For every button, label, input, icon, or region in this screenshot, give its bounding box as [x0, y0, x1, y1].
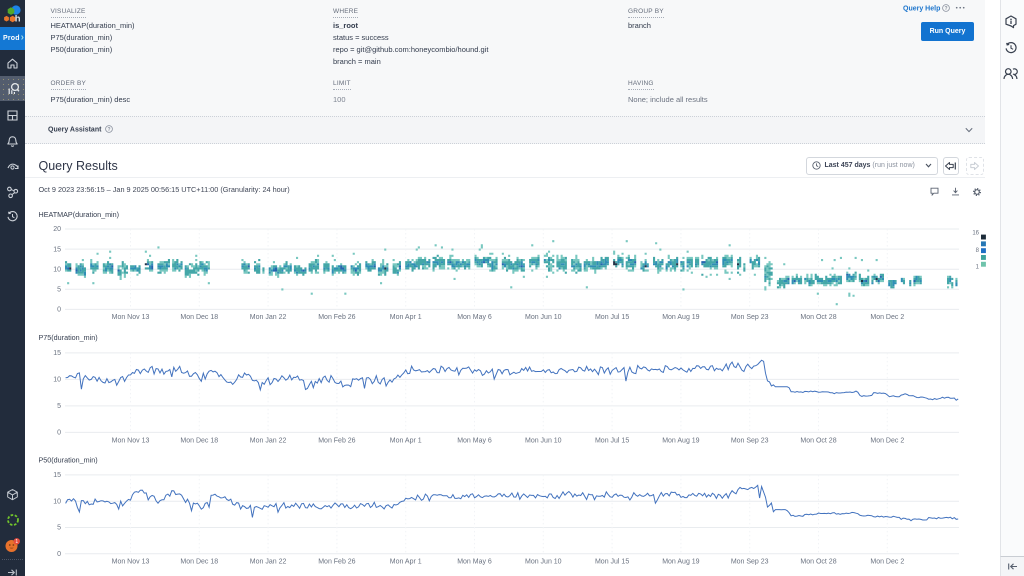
svg-text:Mon Dec 2: Mon Dec 2: [870, 438, 904, 445]
svg-text:Mon Jan 22: Mon Jan 22: [250, 314, 287, 321]
svg-text:Mon Aug 19: Mon Aug 19: [662, 314, 699, 321]
svg-text:Mon Nov 13: Mon Nov 13: [112, 314, 150, 321]
svg-text:0: 0: [57, 551, 61, 558]
svg-text:Mon Feb 26: Mon Feb 26: [318, 314, 355, 321]
svg-text:?: ?: [108, 127, 111, 133]
svg-text:Mon Apr 1: Mon Apr 1: [390, 438, 422, 445]
svg-text:10: 10: [53, 377, 61, 384]
svg-text:Mon Sep 23: Mon Sep 23: [731, 438, 769, 445]
svg-text:Mon Apr 1: Mon Apr 1: [390, 314, 422, 321]
svg-text:Mon May 6: Mon May 6: [457, 314, 492, 321]
svg-text:5: 5: [57, 403, 61, 410]
svg-text:HEATMAP(duration_min): HEATMAP(duration_min): [39, 210, 120, 219]
svg-text:1: 1: [976, 265, 980, 271]
svg-text:Mon Feb 26: Mon Feb 26: [318, 559, 355, 566]
svg-text:15: 15: [53, 350, 61, 357]
svg-text:5: 5: [57, 525, 61, 532]
svg-text:Mon Dec 2: Mon Dec 2: [870, 559, 904, 566]
svg-text:P50(duration_min): P50(duration_min): [39, 456, 98, 465]
svg-text:Mon Jul 15: Mon Jul 15: [595, 314, 629, 321]
svg-text:h: h: [15, 13, 21, 24]
svg-text:8: 8: [976, 248, 980, 254]
svg-text:10: 10: [53, 266, 61, 273]
svg-text:Mon Dec 18: Mon Dec 18: [180, 314, 218, 321]
svg-text:Mon Sep 23: Mon Sep 23: [731, 559, 769, 566]
svg-text:Mon Feb 26: Mon Feb 26: [318, 438, 355, 445]
svg-text:Mon May 6: Mon May 6: [457, 559, 492, 566]
svg-text:?: ?: [945, 5, 948, 11]
svg-text:Mon Oct 28: Mon Oct 28: [800, 314, 836, 321]
svg-text:Mon Sep 23: Mon Sep 23: [731, 314, 769, 321]
svg-text:Mon Dec 2: Mon Dec 2: [870, 314, 904, 321]
svg-text:Mon Jul 15: Mon Jul 15: [595, 559, 629, 566]
svg-text:Mon Nov 13: Mon Nov 13: [112, 559, 150, 566]
svg-text:5: 5: [57, 287, 61, 294]
svg-text:Mon Dec 18: Mon Dec 18: [180, 438, 218, 445]
svg-text:Mon May 6: Mon May 6: [457, 438, 492, 445]
svg-text:Mon Apr 1: Mon Apr 1: [390, 559, 422, 566]
svg-text:15: 15: [53, 246, 61, 253]
svg-text:Mon Oct 28: Mon Oct 28: [800, 438, 836, 445]
svg-text:10: 10: [53, 498, 61, 505]
svg-text:P75(duration_min): P75(duration_min): [39, 333, 98, 342]
svg-text:Mon Jun 10: Mon Jun 10: [525, 559, 562, 566]
svg-text:1: 1: [15, 539, 18, 545]
svg-text:Mon Jan 22: Mon Jan 22: [250, 559, 287, 566]
svg-text:16: 16: [972, 231, 979, 237]
svg-text:Mon Aug 19: Mon Aug 19: [662, 559, 699, 566]
svg-text:Mon Jun 10: Mon Jun 10: [525, 314, 562, 321]
svg-text:Mon Dec 18: Mon Dec 18: [180, 559, 218, 566]
svg-text:Mon Jan 22: Mon Jan 22: [250, 438, 287, 445]
svg-text:15: 15: [53, 472, 61, 479]
svg-text:Mon Oct 28: Mon Oct 28: [800, 559, 836, 566]
svg-text:Mon Aug 19: Mon Aug 19: [662, 438, 699, 445]
svg-text:0: 0: [57, 307, 61, 314]
svg-text:20: 20: [53, 226, 61, 233]
svg-text:0: 0: [57, 430, 61, 437]
svg-text:Mon Nov 13: Mon Nov 13: [112, 438, 150, 445]
svg-text:Mon Jun 10: Mon Jun 10: [525, 438, 562, 445]
svg-text:Mon Jul 15: Mon Jul 15: [595, 438, 629, 445]
